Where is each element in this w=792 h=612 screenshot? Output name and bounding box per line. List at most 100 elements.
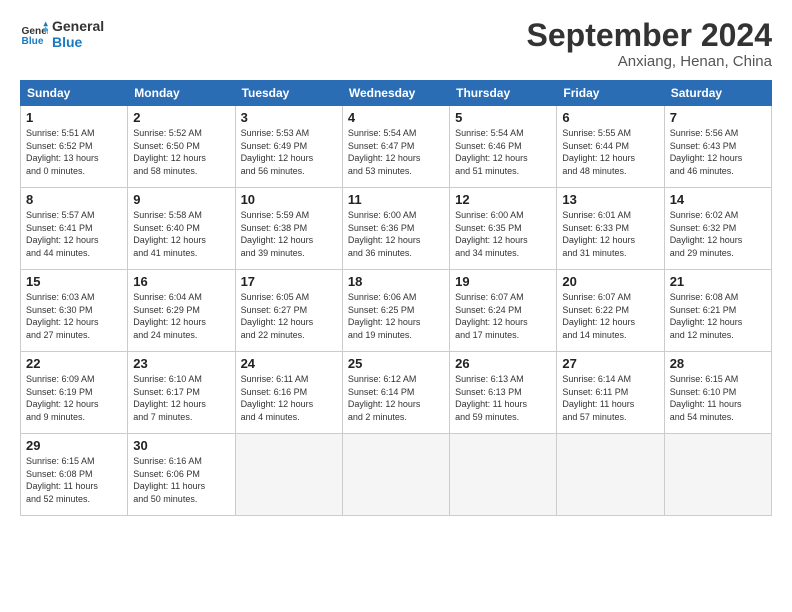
week-row-5: 29 Sunrise: 6:15 AMSunset: 6:08 PMDayligh… <box>21 434 772 516</box>
day-cell: 9 Sunrise: 5:58 AMSunset: 6:40 PMDaylight… <box>128 188 235 270</box>
weekday-header-row: SundayMondayTuesdayWednesdayThursdayFrid… <box>21 81 772 106</box>
weekday-monday: Monday <box>128 81 235 106</box>
day-info: Sunrise: 6:10 AMSunset: 6:17 PMDaylight:… <box>133 373 229 423</box>
day-cell: 20Sunrise: 6:07 AMSunset: 6:22 PMDayligh… <box>557 270 664 352</box>
day-cell: 26Sunrise: 6:13 AMSunset: 6:13 PMDayligh… <box>450 352 557 434</box>
day-number: 16 <box>133 274 229 289</box>
day-number: 12 <box>455 192 551 207</box>
day-number: 28 <box>670 356 766 371</box>
logo-general: General <box>52 18 104 34</box>
day-info: Sunrise: 6:11 AMSunset: 6:16 PMDaylight:… <box>241 373 337 423</box>
day-info: Sunrise: 6:01 AMSunset: 6:33 PMDaylight:… <box>562 209 658 259</box>
day-number: 15 <box>26 274 122 289</box>
day-number: 14 <box>670 192 766 207</box>
day-info: Sunrise: 5:57 AMSunset: 6:41 PMDaylight:… <box>26 209 122 259</box>
day-info: Sunrise: 5:54 AMSunset: 6:46 PMDaylight:… <box>455 127 551 177</box>
logo: General Blue General Blue <box>20 18 104 50</box>
day-info: Sunrise: 5:52 AMSunset: 6:50 PMDaylight:… <box>133 127 229 177</box>
day-info: Sunrise: 6:06 AMSunset: 6:25 PMDaylight:… <box>348 291 444 341</box>
day-number: 10 <box>241 192 337 207</box>
day-info: Sunrise: 5:54 AMSunset: 6:47 PMDaylight:… <box>348 127 444 177</box>
day-number: 19 <box>455 274 551 289</box>
day-cell: 25 Sunrise: 6:12 AMSunset: 6:14 PMDayligh… <box>342 352 449 434</box>
title-block: September 2024 Anxiang, Henan, China <box>527 18 772 70</box>
day-info: Sunrise: 5:55 AMSunset: 6:44 PMDaylight:… <box>562 127 658 177</box>
page: General Blue General Blue September 2024… <box>0 0 792 526</box>
day-cell: 10 Sunrise: 5:59 AMSunset: 6:38 PMDayligh… <box>235 188 342 270</box>
day-info: Sunrise: 6:00 AMSunset: 6:35 PMDaylight:… <box>455 209 551 259</box>
day-number: 11 <box>348 192 444 207</box>
location: Anxiang, Henan, China <box>527 53 772 70</box>
day-info: Sunrise: 6:05 AMSunset: 6:27 PMDaylight:… <box>241 291 337 341</box>
day-number: 17 <box>241 274 337 289</box>
day-number: 22 <box>26 356 122 371</box>
day-info: Sunrise: 6:15 AMSunset: 6:10 PMDaylight:… <box>670 373 766 423</box>
day-info: Sunrise: 6:14 AMSunset: 6:11 PMDaylight:… <box>562 373 658 423</box>
week-row-2: 8 Sunrise: 5:57 AMSunset: 6:41 PMDaylight… <box>21 188 772 270</box>
day-cell: 7Sunrise: 5:56 AMSunset: 6:43 PMDaylight… <box>664 106 771 188</box>
day-cell: 22Sunrise: 6:09 AMSunset: 6:19 PMDayligh… <box>21 352 128 434</box>
month-title: September 2024 <box>527 18 772 53</box>
weekday-saturday: Saturday <box>664 81 771 106</box>
day-info: Sunrise: 6:15 AMSunset: 6:08 PMDaylight:… <box>26 455 122 505</box>
weekday-thursday: Thursday <box>450 81 557 106</box>
day-cell: 6 Sunrise: 5:55 AMSunset: 6:44 PMDaylight… <box>557 106 664 188</box>
day-info: Sunrise: 6:12 AMSunset: 6:14 PMDaylight:… <box>348 373 444 423</box>
day-info: Sunrise: 6:16 AMSunset: 6:06 PMDaylight:… <box>133 455 229 505</box>
day-number: 25 <box>348 356 444 371</box>
day-info: Sunrise: 5:53 AMSunset: 6:49 PMDaylight:… <box>241 127 337 177</box>
week-row-4: 22Sunrise: 6:09 AMSunset: 6:19 PMDayligh… <box>21 352 772 434</box>
day-cell: 21 Sunrise: 6:08 AMSunset: 6:21 PMDayligh… <box>664 270 771 352</box>
day-cell: 4 Sunrise: 5:54 AMSunset: 6:47 PMDaylight… <box>342 106 449 188</box>
day-cell <box>342 434 449 516</box>
day-number: 23 <box>133 356 229 371</box>
logo-icon: General Blue <box>20 20 48 48</box>
day-info: Sunrise: 6:04 AMSunset: 6:29 PMDaylight:… <box>133 291 229 341</box>
day-cell: 1 Sunrise: 5:51 AMSunset: 6:52 PMDaylight… <box>21 106 128 188</box>
day-info: Sunrise: 6:07 AMSunset: 6:22 PMDaylight:… <box>562 291 658 341</box>
day-cell: 11Sunrise: 6:00 AMSunset: 6:36 PMDayligh… <box>342 188 449 270</box>
weekday-wednesday: Wednesday <box>342 81 449 106</box>
weekday-sunday: Sunday <box>21 81 128 106</box>
day-number: 8 <box>26 192 122 207</box>
day-cell: 27Sunrise: 6:14 AMSunset: 6:11 PMDayligh… <box>557 352 664 434</box>
day-cell: 16 Sunrise: 6:04 AMSunset: 6:29 PMDayligh… <box>128 270 235 352</box>
week-row-1: 1 Sunrise: 5:51 AMSunset: 6:52 PMDaylight… <box>21 106 772 188</box>
header: General Blue General Blue September 2024… <box>20 18 772 70</box>
day-number: 4 <box>348 110 444 125</box>
day-info: Sunrise: 5:59 AMSunset: 6:38 PMDaylight:… <box>241 209 337 259</box>
day-cell: 13 Sunrise: 6:01 AMSunset: 6:33 PMDayligh… <box>557 188 664 270</box>
svg-text:Blue: Blue <box>22 36 44 47</box>
logo-blue: Blue <box>52 34 104 50</box>
calendar-table: SundayMondayTuesdayWednesdayThursdayFrid… <box>20 80 772 516</box>
day-info: Sunrise: 6:03 AMSunset: 6:30 PMDaylight:… <box>26 291 122 341</box>
day-number: 30 <box>133 438 229 453</box>
day-number: 29 <box>26 438 122 453</box>
day-cell: 29 Sunrise: 6:15 AMSunset: 6:08 PMDayligh… <box>21 434 128 516</box>
day-number: 3 <box>241 110 337 125</box>
day-cell <box>450 434 557 516</box>
day-number: 5 <box>455 110 551 125</box>
day-number: 6 <box>562 110 658 125</box>
day-number: 1 <box>26 110 122 125</box>
day-info: Sunrise: 6:02 AMSunset: 6:32 PMDaylight:… <box>670 209 766 259</box>
day-number: 2 <box>133 110 229 125</box>
day-cell: 28 Sunrise: 6:15 AMSunset: 6:10 PMDayligh… <box>664 352 771 434</box>
day-cell: 24Sunrise: 6:11 AMSunset: 6:16 PMDayligh… <box>235 352 342 434</box>
day-number: 21 <box>670 274 766 289</box>
day-info: Sunrise: 6:08 AMSunset: 6:21 PMDaylight:… <box>670 291 766 341</box>
day-cell <box>664 434 771 516</box>
day-info: Sunrise: 6:07 AMSunset: 6:24 PMDaylight:… <box>455 291 551 341</box>
day-number: 9 <box>133 192 229 207</box>
day-number: 13 <box>562 192 658 207</box>
day-info: Sunrise: 5:51 AMSunset: 6:52 PMDaylight:… <box>26 127 122 177</box>
weekday-tuesday: Tuesday <box>235 81 342 106</box>
day-cell: 2 Sunrise: 5:52 AMSunset: 6:50 PMDaylight… <box>128 106 235 188</box>
day-info: Sunrise: 5:58 AMSunset: 6:40 PMDaylight:… <box>133 209 229 259</box>
day-number: 18 <box>348 274 444 289</box>
day-cell: 19 Sunrise: 6:07 AMSunset: 6:24 PMDayligh… <box>450 270 557 352</box>
day-cell <box>235 434 342 516</box>
day-cell: 15 Sunrise: 6:03 AMSunset: 6:30 PMDayligh… <box>21 270 128 352</box>
day-info: Sunrise: 5:56 AMSunset: 6:43 PMDaylight:… <box>670 127 766 177</box>
day-cell: 23 Sunrise: 6:10 AMSunset: 6:17 PMDayligh… <box>128 352 235 434</box>
